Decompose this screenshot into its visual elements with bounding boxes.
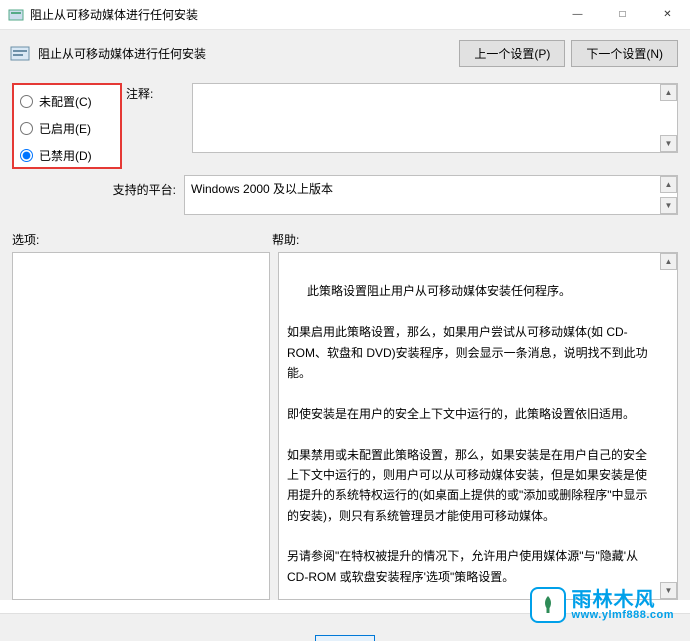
watermark-logo-icon [530,587,566,623]
body-area: 未配置(C) 已启用(E) 已禁用(D) 注释: ▲ ▼ 支持的平台: Wind… [0,73,690,600]
supported-textbox: Windows 2000 及以上版本 ▲ ▼ [184,175,678,215]
radio-disabled[interactable]: 已禁用(D) [18,147,116,164]
watermark-cn: 雨林木风 [572,590,674,610]
lower-labels: 选项: 帮助: [12,231,678,248]
watermark-url: www.ylmf888.com [572,610,674,621]
help-text: 此策略设置阻止用户从可移动媒体安装任何程序。 如果启用此策略设置，那么，如果用户… [287,284,648,583]
top-grid: 未配置(C) 已启用(E) 已禁用(D) 注释: ▲ ▼ [12,83,678,169]
comment-label-col: 注释: [126,83,188,169]
options-box [12,252,270,600]
radio-disabled-input[interactable] [20,149,33,162]
scroll-up-icon[interactable]: ▲ [660,253,677,270]
radio-enabled[interactable]: 已启用(E) [18,120,116,137]
policy-title: 阻止从可移动媒体进行任何安装 [38,45,453,62]
radio-enabled-input[interactable] [20,122,33,135]
help-label: 帮助: [272,231,299,248]
scroll-up-icon[interactable]: ▲ [660,84,677,101]
lower-grid: 此策略设置阻止用户从可移动媒体安装任何程序。 如果启用此策略设置，那么，如果用户… [12,252,678,600]
minimize-button[interactable]: — [555,0,600,29]
maximize-button[interactable]: □ [600,0,645,29]
partial-button[interactable] [315,635,375,641]
supported-text: Windows 2000 及以上版本 [191,182,333,196]
watermark: 雨林木风 www.ylmf888.com [530,587,674,623]
window-title: 阻止从可移动媒体进行任何安装 [30,6,555,23]
radio-enabled-label: 已启用(E) [39,120,91,137]
radio-not-configured-label: 未配置(C) [39,93,92,110]
window-controls: — □ ✕ [555,0,690,29]
radio-disabled-label: 已禁用(D) [39,147,92,164]
scroll-down-icon[interactable]: ▼ [660,197,677,214]
titlebar: 阻止从可移动媒体进行任何安装 — □ ✕ [0,0,690,30]
supported-label: 支持的平台: [12,175,184,198]
help-box[interactable]: 此策略设置阻止用户从可移动媒体安装任何程序。 如果启用此策略设置，那么，如果用户… [278,252,678,600]
close-button[interactable]: ✕ [645,0,690,29]
header-row: 阻止从可移动媒体进行任何安装 上一个设置(P) 下一个设置(N) [0,30,690,73]
next-setting-button[interactable]: 下一个设置(N) [571,40,678,67]
watermark-text: 雨林木风 www.ylmf888.com [572,590,674,621]
state-radio-group: 未配置(C) 已启用(E) 已禁用(D) [12,83,122,169]
comment-label: 注释: [126,85,188,102]
radio-not-configured-input[interactable] [20,95,33,108]
scroll-up-icon[interactable]: ▲ [660,176,677,193]
options-label: 选项: [12,231,272,248]
scroll-down-icon[interactable]: ▼ [660,135,677,152]
prev-setting-button[interactable]: 上一个设置(P) [459,40,565,67]
supported-row: 支持的平台: Windows 2000 及以上版本 ▲ ▼ [12,175,678,215]
policy-icon [10,44,30,64]
radio-not-configured[interactable]: 未配置(C) [18,93,116,110]
comment-textarea[interactable]: ▲ ▼ [192,83,678,153]
app-icon [8,7,24,23]
